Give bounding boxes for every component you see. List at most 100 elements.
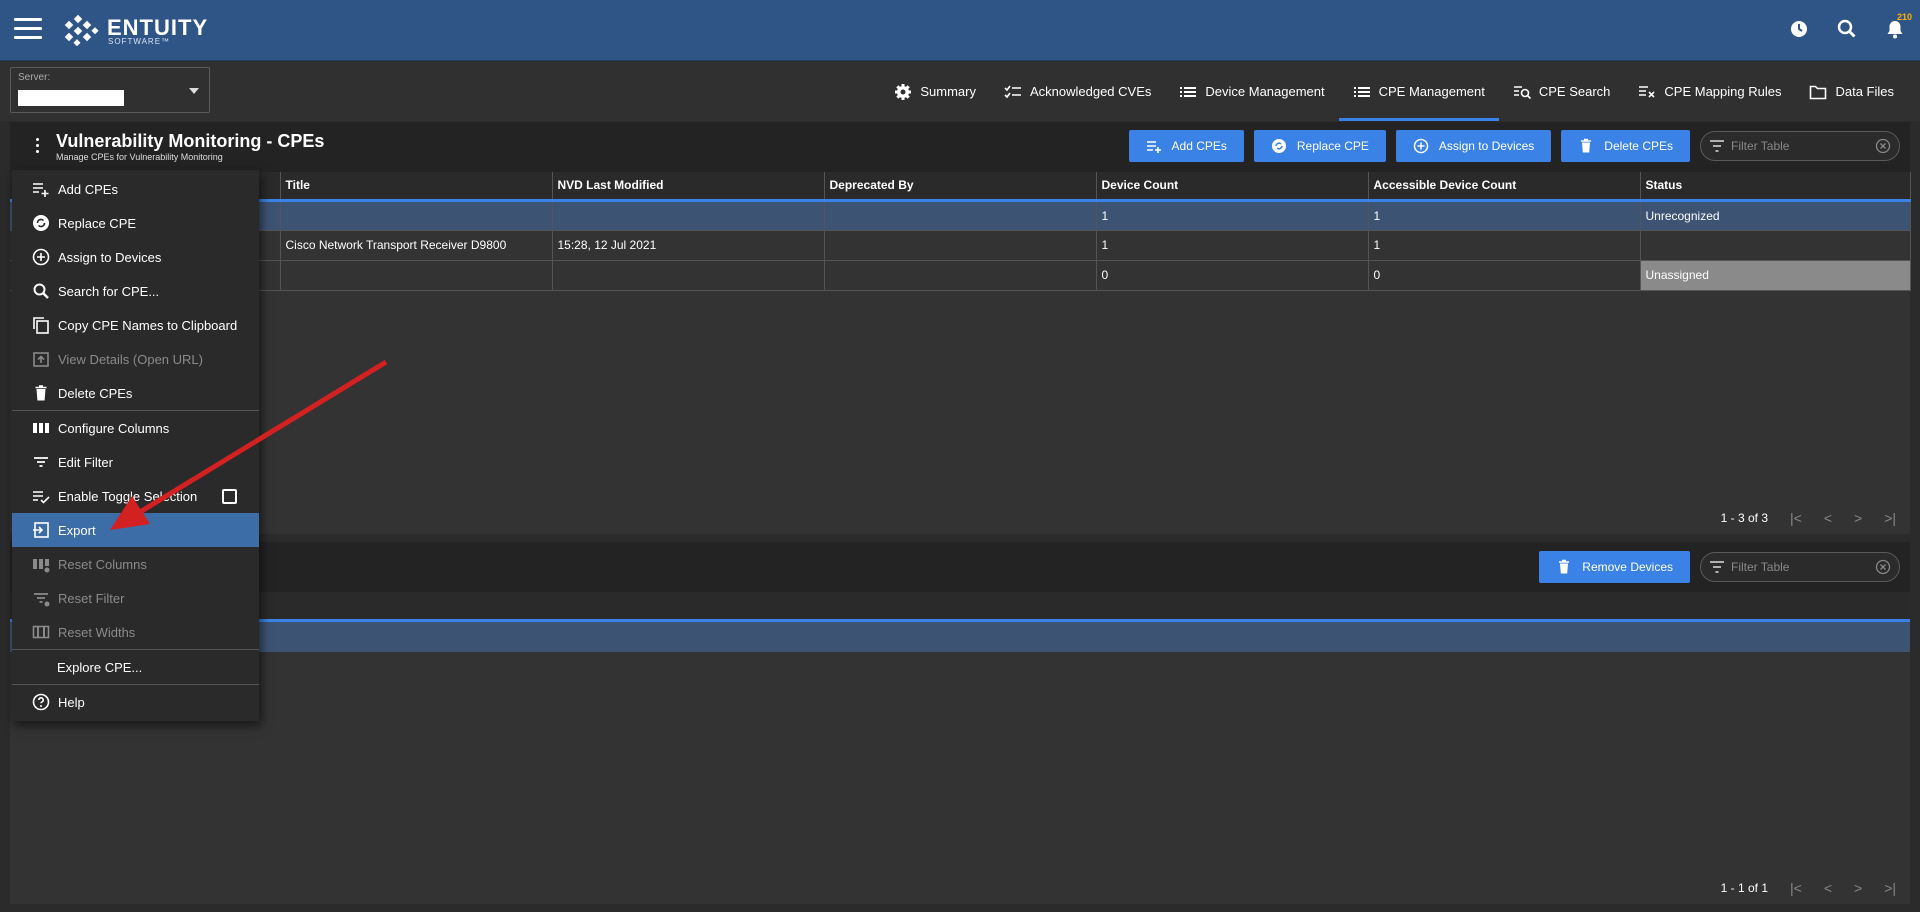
- tab-acknowledged-cves[interactable]: Acknowledged CVEs: [990, 62, 1165, 121]
- table-row[interactable]: Cisco Network Transport Receiver D9800 1…: [10, 230, 1911, 261]
- table-cell: 1: [1368, 200, 1641, 231]
- column-header-device-count[interactable]: Device Count: [1096, 172, 1369, 202]
- hamburger-menu-icon[interactable]: [14, 18, 42, 40]
- menu-item-label: Reset Widths: [58, 624, 136, 640]
- tab-device-management[interactable]: Device Management: [1165, 62, 1338, 121]
- more-options-icon[interactable]: [32, 138, 42, 158]
- next-page-icon[interactable]: >: [1854, 880, 1862, 896]
- cpe-panel-header: Vulnerability Monitoring - CPEs Manage C…: [10, 122, 1910, 172]
- delete-cpes-button[interactable]: Delete CPEs: [1561, 130, 1690, 162]
- menu-item-label: Copy CPE Names to Clipboard: [58, 317, 238, 333]
- clear-filter-icon[interactable]: [1875, 559, 1891, 575]
- chevron-down-icon[interactable]: [189, 88, 199, 94]
- menu-item-assign-to-devices[interactable]: Assign to Devices: [12, 240, 259, 274]
- table-cell: 15:28, 12 Jul 2021: [552, 230, 825, 261]
- server-value[interactable]: [18, 90, 124, 106]
- replace-icon: [33, 215, 49, 231]
- toggle-list-icon: [33, 491, 50, 504]
- list-icon: [1180, 86, 1197, 97]
- table-cell: [824, 200, 1097, 231]
- tab-cpe-search[interactable]: CPE Search: [1499, 62, 1625, 121]
- devices-table-pager: 1 - 1 of 1 |< < > >|: [1721, 880, 1896, 896]
- menu-item-reset-filter[interactable]: Reset Filter: [12, 581, 259, 615]
- remove-devices-button[interactable]: Remove Devices: [1539, 551, 1690, 583]
- cpe-table-container: Title NVD Last Modified Deprecated By De…: [10, 172, 1911, 534]
- clock-icon[interactable]: [1788, 18, 1810, 40]
- menu-item-reset-columns[interactable]: Reset Columns: [12, 547, 259, 581]
- menu-item-add-cpes[interactable]: Add CPEs: [12, 172, 259, 206]
- pager-range: 1 - 3 of 3: [1720, 511, 1768, 525]
- previous-page-icon[interactable]: <: [1824, 880, 1832, 896]
- replace-cpe-label: Replace CPE: [1296, 139, 1369, 153]
- table-cell: Cisco Network Transport Receiver D9800: [280, 230, 553, 261]
- top-header: ENTUITY SOFTWARE™ 210: [0, 0, 1920, 61]
- cpe-filter-input[interactable]: [1731, 139, 1869, 153]
- table-row[interactable]: 0 0 Unassigned: [10, 260, 1911, 291]
- column-header-accessible-device-count[interactable]: Accessible Device Count: [1368, 172, 1641, 202]
- server-select[interactable]: Server:: [10, 67, 210, 113]
- sub-header: Server: Summary Acknowledged CVEs Device…: [0, 62, 1920, 121]
- table-cell: [552, 200, 825, 231]
- status-cell: [1640, 230, 1911, 261]
- menu-item-label: View Details (Open URL): [58, 351, 203, 367]
- last-page-icon[interactable]: >|: [1884, 880, 1896, 896]
- menu-item-view-details[interactable]: View Details (Open URL): [12, 342, 259, 376]
- previous-page-icon[interactable]: <: [1824, 510, 1832, 526]
- assign-to-devices-label: Assign to Devices: [1438, 139, 1535, 153]
- page-title: Vulnerability Monitoring - CPEs: [56, 131, 325, 151]
- assign-to-devices-button[interactable]: Assign to Devices: [1395, 130, 1552, 162]
- table-cell: [280, 200, 553, 231]
- devices-filter-input[interactable]: [1731, 560, 1869, 574]
- tab-summary-label: Summary: [920, 84, 976, 99]
- clear-filter-icon[interactable]: [1875, 138, 1891, 154]
- cpe-table-pager: 1 - 3 of 3 |< < > >|: [1721, 510, 1896, 526]
- menu-item-label: Edit Filter: [58, 454, 113, 470]
- tab-cpe-mapping-rules[interactable]: CPE Mapping Rules: [1624, 62, 1795, 121]
- menu-item-edit-filter[interactable]: Edit Filter: [12, 445, 259, 479]
- first-page-icon[interactable]: |<: [1790, 510, 1802, 526]
- tab-summary[interactable]: Summary: [880, 62, 990, 121]
- table-cell: [824, 260, 1097, 291]
- last-page-icon[interactable]: >|: [1884, 510, 1896, 526]
- menu-item-delete-cpes[interactable]: Delete CPEs: [12, 376, 259, 410]
- menu-item-label: Explore CPE...: [57, 659, 143, 675]
- column-header-status[interactable]: Status: [1640, 172, 1911, 202]
- brand-subtitle: SOFTWARE™: [108, 37, 171, 46]
- reset-filter-icon: [34, 593, 50, 607]
- trash-icon: [35, 385, 47, 401]
- plus-circle-icon: [32, 248, 50, 266]
- pager-range: 1 - 1 of 1: [1720, 881, 1768, 895]
- column-header-title[interactable]: Title: [280, 172, 553, 202]
- menu-item-copy-cpe-names[interactable]: Copy CPE Names to Clipboard: [12, 308, 259, 342]
- replace-cpe-button[interactable]: Replace CPE: [1253, 130, 1386, 162]
- menu-item-reset-widths[interactable]: Reset Widths: [12, 615, 259, 649]
- table-cell: [824, 230, 1097, 261]
- menu-item-label: Reset Filter: [58, 590, 125, 606]
- menu-item-replace-cpe[interactable]: Replace CPE: [12, 206, 259, 240]
- tab-data-files[interactable]: Data Files: [1795, 62, 1908, 121]
- column-header-nvd-last-modified[interactable]: NVD Last Modified: [552, 172, 825, 202]
- column-header-deprecated-by[interactable]: Deprecated By: [824, 172, 1097, 202]
- add-list-icon: [33, 183, 49, 197]
- menu-item-explore-cpe[interactable]: Explore CPE...: [12, 650, 259, 684]
- next-page-icon[interactable]: >: [1854, 510, 1862, 526]
- menu-item-export[interactable]: Export: [12, 513, 259, 547]
- tab-device-management-label: Device Management: [1205, 84, 1325, 99]
- search-icon[interactable]: [1836, 18, 1858, 40]
- table-cell: 1: [1096, 230, 1369, 261]
- tab-cpe-management[interactable]: CPE Management: [1338, 62, 1500, 121]
- tab-data-files-label: Data Files: [1835, 84, 1894, 99]
- menu-item-label: Export: [58, 522, 96, 538]
- toggle-selection-checkbox[interactable]: [222, 489, 237, 504]
- columns-icon: [33, 423, 49, 433]
- menu-item-configure-columns[interactable]: Configure Columns: [12, 411, 259, 445]
- table-row[interactable]: 1 1 Unrecognized: [10, 200, 1911, 231]
- notifications-bell-icon[interactable]: 210: [1884, 12, 1912, 40]
- menu-item-help[interactable]: Help: [12, 685, 259, 719]
- menu-item-search-for-cpe[interactable]: Search for CPE...: [12, 274, 259, 308]
- add-cpes-button[interactable]: Add CPEs: [1128, 130, 1244, 162]
- first-page-icon[interactable]: |<: [1790, 880, 1802, 896]
- table-row[interactable]: [10, 622, 1910, 652]
- menu-item-enable-toggle-selection[interactable]: Enable Toggle Selection: [12, 479, 259, 513]
- status-cell: Unrecognized: [1640, 200, 1911, 231]
